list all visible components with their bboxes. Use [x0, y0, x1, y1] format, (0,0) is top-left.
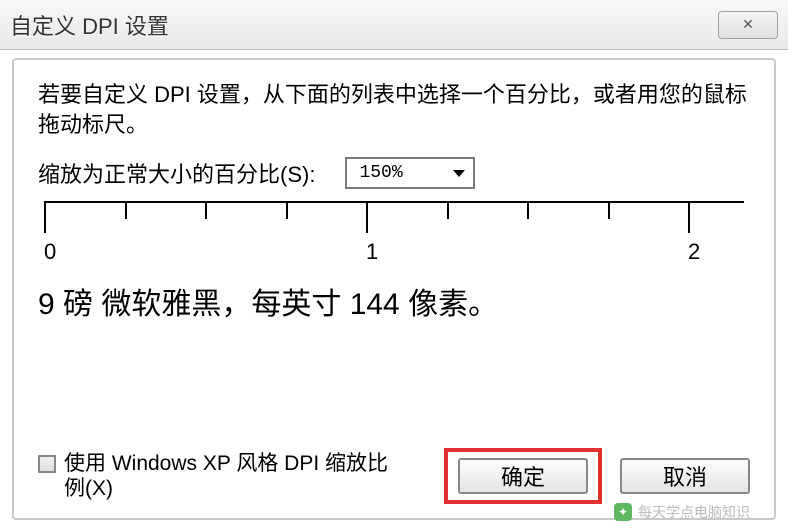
- ok-button[interactable]: 确定: [458, 458, 588, 494]
- sample-text: 9 磅 微软雅黑，每英寸 144 像素。: [38, 279, 750, 323]
- chevron-down-icon: [453, 170, 465, 177]
- bottom-row: 使用 Windows XP 风格 DPI 缩放比例(X) 确定 取消: [38, 448, 750, 504]
- ruler-wrap: 0 1 2: [44, 201, 744, 259]
- button-group: 确定 取消: [444, 448, 750, 504]
- watermark: ✦ 每天学点电脑知识: [614, 502, 750, 522]
- close-button[interactable]: ✕: [718, 11, 778, 39]
- ruler-tick-2: 2: [688, 239, 700, 265]
- wechat-icon: ✦: [614, 503, 632, 521]
- dialog-content: 若要自定义 DPI 设置，从下面的列表中选择一个百分比，或者用您的鼠标拖动标尺。…: [12, 58, 776, 520]
- xp-style-label: 使用 Windows XP 风格 DPI 缩放比例(X): [64, 451, 394, 501]
- ruler-tick-1: 1: [366, 239, 378, 265]
- ruler[interactable]: 0 1 2: [44, 201, 744, 259]
- xp-style-checkbox[interactable]: [38, 455, 56, 473]
- xp-style-checkbox-wrap[interactable]: 使用 Windows XP 风格 DPI 缩放比例(X): [38, 451, 434, 501]
- close-icon: ✕: [742, 16, 754, 33]
- scale-value: 150%: [359, 163, 402, 183]
- ruler-tick-0: 0: [44, 239, 56, 265]
- cancel-button[interactable]: 取消: [620, 458, 750, 494]
- watermark-text: 每天学点电脑知识: [638, 502, 750, 522]
- scale-combobox[interactable]: 150%: [345, 157, 475, 189]
- ok-highlight: 确定: [444, 448, 602, 504]
- scale-label: 缩放为正常大小的百分比(S):: [38, 157, 315, 189]
- instruction-text: 若要自定义 DPI 设置，从下面的列表中选择一个百分比，或者用您的鼠标拖动标尺。: [38, 80, 750, 139]
- scale-row: 缩放为正常大小的百分比(S): 150%: [38, 157, 750, 189]
- titlebar: 自定义 DPI 设置 ✕: [0, 0, 788, 50]
- window-title: 自定义 DPI 设置: [10, 9, 169, 41]
